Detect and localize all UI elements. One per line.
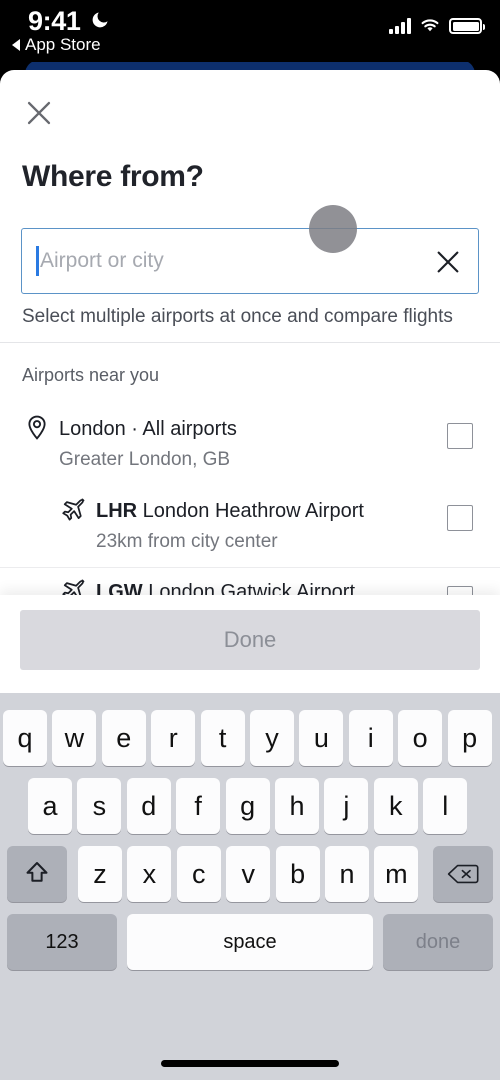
keyboard-row-1: qwertyuiop [0, 710, 500, 766]
key-z[interactable]: z [78, 846, 122, 902]
page-title: Where from? [22, 160, 204, 193]
backspace-icon [447, 864, 479, 884]
status-time: 9:41 [28, 6, 81, 36]
list-item-subtitle: 23km from city center [96, 531, 278, 552]
key-c[interactable]: c [176, 846, 221, 902]
key-e[interactable]: e [101, 710, 146, 766]
key-l[interactable]: l [423, 778, 468, 834]
key-f[interactable]: f [176, 778, 221, 834]
wifi-icon [421, 19, 439, 32]
key-b[interactable]: b [275, 846, 320, 902]
key-v[interactable]: v [226, 846, 271, 902]
list-item-title: LHR London Heathrow Airport [96, 500, 364, 523]
shift-icon [26, 862, 48, 882]
section-header: Airports near you [22, 365, 160, 385]
list-item-checkbox[interactable] [447, 423, 473, 449]
backspace-key[interactable] [433, 846, 493, 902]
airplane-icon [62, 498, 85, 521]
keyboard-row-3: zxcvbnm [0, 846, 500, 902]
airport-name: London Heathrow Airport [142, 500, 364, 522]
key-x[interactable]: x [127, 846, 172, 902]
search-input[interactable] [40, 229, 430, 293]
list-item[interactable]: LHR London Heathrow Airport 23km from ci… [0, 487, 500, 567]
phone-screen: 9:41 App Store Where from? Airport or ci… [0, 0, 500, 1080]
key-t[interactable]: t [200, 710, 245, 766]
return-key[interactable]: done [383, 914, 493, 970]
list-item[interactable]: London · All airports Greater London, GB [0, 399, 500, 487]
text-caret [36, 246, 39, 276]
home-indicator [161, 1060, 339, 1067]
status-bar: 9:41 App Store [0, 0, 500, 62]
space-key[interactable]: space [127, 914, 373, 970]
key-i[interactable]: i [348, 710, 393, 766]
key-u[interactable]: u [299, 710, 344, 766]
crescent-moon-icon [92, 12, 108, 28]
list-item-subtitle: Greater London, GB [59, 449, 231, 470]
close-icon[interactable] [22, 96, 56, 130]
list-item-title: London · All airports [59, 418, 237, 440]
key-j[interactable]: j [324, 778, 369, 834]
cursor-indicator [309, 205, 357, 253]
list-item-checkbox[interactable] [447, 505, 473, 531]
done-bar: Done [0, 595, 500, 700]
key-h[interactable]: h [275, 778, 319, 834]
battery-full-icon [449, 18, 485, 34]
key-d[interactable]: d [126, 778, 171, 834]
search-field-wrapper[interactable] [21, 228, 479, 294]
key-n[interactable]: n [325, 846, 369, 902]
numbers-key[interactable]: 123 [7, 914, 117, 970]
clear-icon[interactable] [432, 246, 464, 278]
key-p[interactable]: p [447, 710, 492, 766]
onscreen-keyboard: qwertyuiop asdfghjkl zxcvbnm 123 space d… [0, 693, 500, 1080]
search-hint: Select multiple airports at once and com… [22, 306, 453, 327]
key-y[interactable]: y [250, 710, 294, 766]
key-o[interactable]: o [398, 710, 443, 766]
keyboard-row-4: 123 space done [0, 914, 500, 970]
key-a[interactable]: a [28, 778, 72, 834]
keyboard-row-2: asdfghjkl [0, 778, 500, 834]
location-pin-icon [28, 415, 46, 440]
key-q[interactable]: q [3, 710, 47, 766]
back-caret-icon [12, 39, 20, 51]
key-g[interactable]: g [225, 778, 270, 834]
key-m[interactable]: m [374, 846, 419, 902]
key-r[interactable]: r [151, 710, 196, 766]
cellular-signal-icon [389, 18, 411, 34]
key-s[interactable]: s [77, 778, 122, 834]
airport-code: LHR [96, 500, 138, 522]
back-label: App Store [25, 35, 101, 54]
key-k[interactable]: k [373, 778, 418, 834]
shift-key[interactable] [7, 846, 67, 902]
back-to-app-store-link[interactable]: App Store [12, 35, 101, 55]
status-indicators [389, 14, 485, 34]
done-button[interactable]: Done [20, 610, 480, 670]
key-w[interactable]: w [52, 710, 97, 766]
